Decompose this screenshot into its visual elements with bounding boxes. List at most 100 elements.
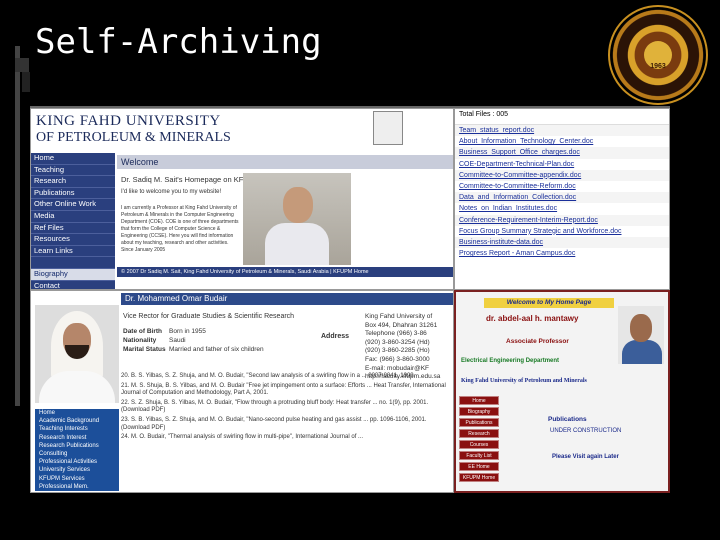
nav-item-contact[interactable]: Contact xyxy=(31,281,115,289)
seal-year: 1963 xyxy=(650,63,666,70)
publication-item: 23. S. B. Yilbas, S. Z. Shuja, and M. O.… xyxy=(121,416,427,431)
address-line: (920) 3-860-3254 (Hd) xyxy=(365,338,430,346)
file-link[interactable]: Focus Group Summary Strategic and Workfo… xyxy=(455,226,669,237)
file-link[interactable]: Committee-to-Committee-appendix.doc xyxy=(455,169,669,181)
nav-item-ref-files[interactable]: Ref Files xyxy=(31,223,115,235)
sidebar-nav: Home Academic Background Teaching Intere… xyxy=(35,409,119,491)
welcome-heading: Welcome xyxy=(117,155,453,169)
address-line: Fax: (966) 3-860-3000 xyxy=(365,355,430,363)
nav-button-home[interactable]: Home xyxy=(459,396,499,405)
nav-item-professional-activities[interactable]: Professional Activities xyxy=(35,458,119,466)
info-key: Nationality xyxy=(123,337,157,344)
profile-name-banner: Dr. Mohammed Omar Budair xyxy=(121,293,453,305)
info-key: Marital Status xyxy=(123,346,166,353)
nav-item-home[interactable]: Home xyxy=(31,153,115,165)
bio-text: I am currently a Professor at King Fahd … xyxy=(121,205,239,253)
nav-item-publications[interactable]: Publications xyxy=(31,188,115,200)
file-link[interactable]: About_Information_Technology_Center.doc xyxy=(455,136,669,147)
nav-item-kfupm-services[interactable]: KFUPM Services xyxy=(35,475,119,483)
file-link[interactable]: Committee-to-Committee-Reform.doc xyxy=(455,181,669,192)
nav-item-research-interest[interactable]: Research Interest xyxy=(35,434,119,442)
sidebar-nav: Home Teaching Research Publications Othe… xyxy=(31,153,115,289)
profile-photo xyxy=(243,173,351,265)
publication-item: 21. M. S. Shuja, B. S. Yilbas, and M. O.… xyxy=(121,382,446,397)
university-seal-logo: 1963 xyxy=(608,5,708,105)
intro-text: I'd like to welcome you to my website! xyxy=(121,189,222,195)
file-link[interactable]: Conference-Requirement-Interim-Report.do… xyxy=(455,214,669,226)
nav-item-teaching-interests[interactable]: Teaching Interests xyxy=(35,425,119,433)
decorative-bar xyxy=(15,46,20,406)
nav-item-teaching[interactable]: Teaching xyxy=(31,165,115,177)
info-value: Saudi xyxy=(169,337,186,344)
file-link[interactable]: Progress Report - Aman Campus.doc xyxy=(455,248,669,259)
address-line: King Fahd University of xyxy=(365,313,433,320)
info-row: Marital Status Married and father of six … xyxy=(123,345,264,354)
university-banner: KING FAHD UNIVERSITY OF PETROLEUM & MINE… xyxy=(31,109,453,147)
photo-shirt xyxy=(265,223,329,265)
profile-photo xyxy=(618,306,664,364)
homepage-title: Dr. Sadiq M. Sait's Homepage on KFUPM xyxy=(121,175,260,184)
screenshot-collage: KING FAHD UNIVERSITY OF PETROLEUM & MINE… xyxy=(30,108,670,493)
nav-item-university-services[interactable]: University Services xyxy=(35,466,119,474)
file-link[interactable]: Business_Support_Office_charges.doc xyxy=(455,147,669,159)
file-list: Team_status_report.doc About_Information… xyxy=(455,125,669,259)
photo-face xyxy=(630,314,652,342)
nav-item-learn-links[interactable]: Learn Links xyxy=(31,246,115,258)
nav-item-biography[interactable]: Biography xyxy=(31,268,115,281)
file-link[interactable]: Data_and_Information_Collection.doc xyxy=(455,192,669,204)
visit-later-text: Please Visit again Later xyxy=(552,454,619,460)
file-list-screenshot: Total Files : 005 Team_status_report.doc… xyxy=(454,108,670,290)
nav-item-research[interactable]: Research xyxy=(31,176,115,188)
nav-button-publications[interactable]: Publications xyxy=(459,418,499,427)
homepage-mantawy-screenshot: Welcome to My Home Page dr. abdel-aal h.… xyxy=(454,290,670,493)
address-line: Telephone (966) 3-86 xyxy=(365,330,427,338)
nav-item-resources[interactable]: Resources xyxy=(31,234,115,246)
nav-item-academic-background[interactable]: Academic Background xyxy=(35,417,119,425)
decorative-square xyxy=(22,72,30,92)
photo-thobe xyxy=(39,371,115,403)
welcome-banner: Welcome to My Home Page xyxy=(484,298,614,308)
position-title: Vice Rector for Graduate Studies & Scien… xyxy=(123,313,295,320)
nav-button-faculty-list[interactable]: Faculty List xyxy=(459,451,499,460)
nav-item-blank xyxy=(31,257,115,269)
personal-info-table: Date of Birth Born in 1955 Nationality Sau… xyxy=(123,327,264,354)
photo-face xyxy=(283,187,313,223)
nav-item-other-online-work[interactable]: Other Online Work xyxy=(31,199,115,211)
address-block: King Fahd University of Box 494, Dhahran… xyxy=(365,313,440,382)
address-line: Box 494, Dhahran 31261 xyxy=(365,321,438,329)
total-files-label: Total Files : 005 xyxy=(455,109,669,125)
nav-button-kfupm-home[interactable]: KFUPM Home xyxy=(459,473,499,482)
address-label: Address xyxy=(321,333,350,340)
info-row: Date of Birth Born in 1955 xyxy=(123,327,264,336)
file-link[interactable]: Business-institute-data.doc xyxy=(455,236,669,249)
nav-item-professional-mem[interactable]: Professional Mem. xyxy=(35,483,119,491)
slide-title: Self-Archiving xyxy=(35,22,322,62)
profile-title: Associate Professor xyxy=(506,338,569,345)
under-construction-text: UNDER CONSTRUCTION xyxy=(550,428,622,434)
decorative-square xyxy=(15,58,29,72)
nav-button-research[interactable]: Research xyxy=(459,429,499,438)
university-name-line2: OF PETROLEUM & MINERALS xyxy=(36,130,231,145)
publication-item: 24. M. O. Budair, "Thermal analysis of s… xyxy=(121,434,364,441)
file-link[interactable]: Team_status_report.doc xyxy=(455,125,669,137)
photo-shirt xyxy=(622,340,662,364)
homepage-budair-screenshot: Dr. Mohammed Omar Budair Vice Rector for… xyxy=(30,290,454,493)
nav-item-research-publications[interactable]: Research Publications xyxy=(35,442,119,450)
info-value: Born in 1955 xyxy=(169,328,206,335)
nav-item-home[interactable]: Home xyxy=(35,409,119,417)
file-link[interactable]: COE-Department-Technical-Plan.doc xyxy=(455,159,669,170)
nav-button-ee-home[interactable]: EE Home xyxy=(459,462,499,471)
nav-button-courses[interactable]: Courses xyxy=(459,440,499,449)
info-key: Date of Birth xyxy=(123,328,162,335)
nav-item-media[interactable]: Media xyxy=(31,211,115,223)
university-name-line1: KING FAHD UNIVERSITY xyxy=(36,113,221,129)
homepage-sait-screenshot: KING FAHD UNIVERSITY OF PETROLEUM & MINE… xyxy=(30,108,454,290)
profile-photo xyxy=(35,305,119,403)
publications-heading: Publications xyxy=(548,416,587,423)
publication-list: 20. B. S. Yilbas, S. Z. Shuja, and M. O.… xyxy=(121,373,451,444)
sidebar-nav: Home Biography Publications Research Cou… xyxy=(459,396,499,484)
file-link[interactable]: Notes_on_Indian_Institutes.doc xyxy=(455,203,669,214)
nav-item-consulting[interactable]: Consulting xyxy=(35,450,119,458)
publication-item: 22. S. Z. Shuja, B. S. Yilbas, M. O. Bud… xyxy=(121,399,429,414)
nav-button-biography[interactable]: Biography xyxy=(459,407,499,416)
